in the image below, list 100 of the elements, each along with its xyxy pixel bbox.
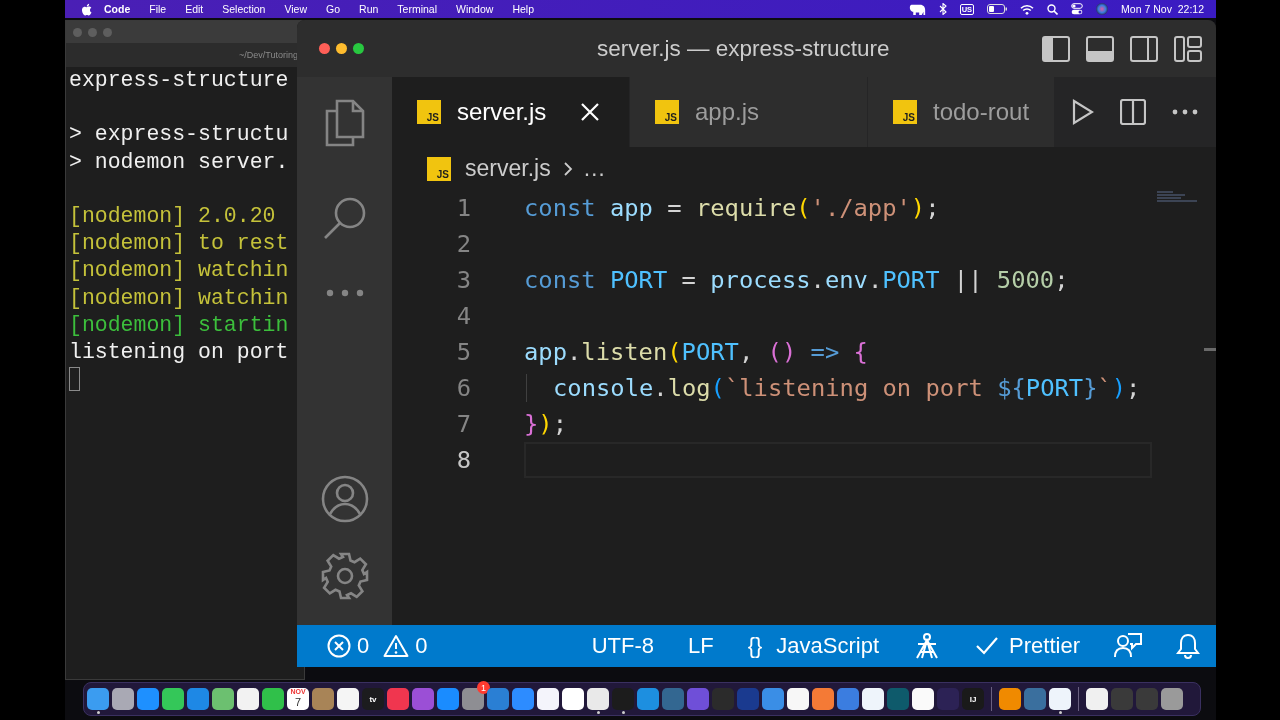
braces-icon: {} xyxy=(747,633,763,659)
code-line: app.listen(PORT, () => { xyxy=(524,338,868,366)
apple-icon[interactable] xyxy=(81,2,92,16)
terminal-line: [nodemon] startin xyxy=(69,312,289,337)
app-icon[interactable] xyxy=(337,688,359,710)
elephant-icon[interactable] xyxy=(908,2,926,16)
bell-icon[interactable] xyxy=(1176,633,1200,659)
terminal-line: > nodemon server. xyxy=(69,149,289,174)
sidebar-toggle-icon[interactable] xyxy=(1042,35,1070,62)
chevron-right-icon xyxy=(562,160,573,177)
app-icon[interactable] xyxy=(1086,688,1108,710)
settings-icon[interactable] xyxy=(319,551,370,601)
app-icon[interactable] xyxy=(87,688,109,710)
app-icon[interactable] xyxy=(112,688,134,710)
line-number: 7 xyxy=(455,410,471,438)
feedback-icon[interactable] xyxy=(1114,632,1142,660)
app-icon[interactable]: tv xyxy=(362,688,384,710)
bluetooth-icon[interactable] xyxy=(938,3,947,15)
run-icon[interactable] xyxy=(1072,99,1094,125)
app-icon[interactable] xyxy=(587,688,609,710)
window-control[interactable] xyxy=(353,43,364,54)
scrollbar-marker xyxy=(1204,348,1216,351)
menu-item[interactable]: Go xyxy=(326,3,341,15)
line-number: 1 xyxy=(455,194,471,222)
terminal-line: [nodemon] watchin xyxy=(69,285,289,310)
app-icon[interactable] xyxy=(212,688,234,710)
menu-item[interactable]: Terminal xyxy=(397,3,437,15)
app-icon[interactable] xyxy=(912,688,934,710)
menu-item[interactable]: File xyxy=(149,3,167,15)
control-center-icon[interactable] xyxy=(1071,3,1084,15)
app-icon[interactable] xyxy=(812,688,834,710)
app-icon[interactable]: IJ xyxy=(962,688,984,710)
line-number: 5 xyxy=(455,338,471,366)
line-number: 8 xyxy=(455,446,471,474)
app-icon[interactable] xyxy=(787,688,809,710)
warning-icon xyxy=(383,634,410,658)
menu-item[interactable]: View xyxy=(284,3,308,15)
window-title: server.js — express-structure xyxy=(597,35,890,62)
terminal-line: [nodemon] 2.0.20 xyxy=(69,203,276,228)
split-editor-icon[interactable] xyxy=(1120,99,1146,125)
code-line: const PORT = process.env.PORT || 5000; xyxy=(524,266,1069,294)
menu-item[interactable]: Edit xyxy=(185,3,204,15)
js-file-icon: JS xyxy=(655,100,679,124)
app-icon[interactable] xyxy=(1161,688,1183,710)
code-line: }); xyxy=(524,410,567,438)
close-icon[interactable] xyxy=(580,102,601,122)
error-count: 0 xyxy=(357,633,370,659)
menu-item[interactable]: Run xyxy=(359,3,379,15)
more-icon[interactable] xyxy=(1172,109,1198,115)
window-subtitle: ~/Dev/Tutoring xyxy=(239,50,298,60)
breadcrumb-item[interactable]: server.js xyxy=(465,155,551,182)
problems-indicator[interactable]: 0 0 xyxy=(327,633,436,659)
line-number: 3 xyxy=(455,266,471,294)
code-line: console.log(`listening on port ${PORT}`); xyxy=(526,374,1141,402)
app-icon[interactable] xyxy=(999,688,1021,710)
editor-tab[interactable]: JS server.js xyxy=(392,77,630,147)
line-number: 2 xyxy=(455,230,471,258)
encoding-indicator[interactable]: UTF-8 xyxy=(591,633,654,659)
language-label: JavaScript xyxy=(776,633,880,659)
clock[interactable]: Mon 7 Nov 22:12 xyxy=(1121,3,1204,15)
breadcrumb-item[interactable]: … xyxy=(582,155,606,182)
menu-item[interactable]: Window xyxy=(456,3,494,15)
terminal-line: listening on port xyxy=(69,339,289,364)
line-number: 6 xyxy=(455,374,471,402)
app-icon[interactable] xyxy=(162,688,184,710)
line-ending-indicator[interactable]: LF xyxy=(687,633,714,659)
menu-item[interactable]: Help xyxy=(512,3,534,15)
js-file-icon: JS xyxy=(417,100,441,124)
siri-icon[interactable] xyxy=(1096,3,1109,15)
app-icon[interactable] xyxy=(262,688,284,710)
secondary-sidebar-icon[interactable] xyxy=(1130,35,1158,62)
line-number: 4 xyxy=(455,302,471,330)
check-icon xyxy=(975,636,1000,656)
panel-toggle-icon[interactable] xyxy=(1086,35,1114,62)
app-icon[interactable] xyxy=(562,688,584,710)
window-control[interactable] xyxy=(319,43,330,54)
account-icon[interactable] xyxy=(320,475,369,523)
code-line: const app = require('./app'); xyxy=(524,194,940,222)
search-icon[interactable] xyxy=(1047,3,1059,15)
terminal-cursor xyxy=(69,367,80,392)
editor-tab[interactable]: JS todo-rout xyxy=(868,77,1054,147)
battery-icon[interactable] xyxy=(987,4,1008,14)
formatter-indicator[interactable]: Prettier xyxy=(975,633,1080,659)
terminal-line: express-structure xyxy=(69,68,289,92)
app-icon[interactable] xyxy=(237,688,259,710)
js-file-icon: JS xyxy=(427,156,451,181)
error-icon xyxy=(327,634,351,658)
wifi-icon[interactable] xyxy=(1020,3,1035,15)
editor-tab[interactable]: JS app.js xyxy=(630,77,868,147)
app-icon[interactable] xyxy=(1049,688,1071,710)
app-icon[interactable] xyxy=(862,688,884,710)
terminal-line: [nodemon] watchin xyxy=(69,258,289,283)
layout-icon[interactable] xyxy=(1174,35,1202,62)
app-icon[interactable] xyxy=(537,688,559,710)
app-menu[interactable]: Code xyxy=(104,3,131,15)
menu-item[interactable]: Selection xyxy=(222,3,266,15)
warning-count: 0 xyxy=(415,633,428,659)
window-control[interactable] xyxy=(336,43,347,54)
language-mode[interactable]: {} JavaScript xyxy=(747,633,880,659)
js-file-icon: JS xyxy=(893,100,917,124)
